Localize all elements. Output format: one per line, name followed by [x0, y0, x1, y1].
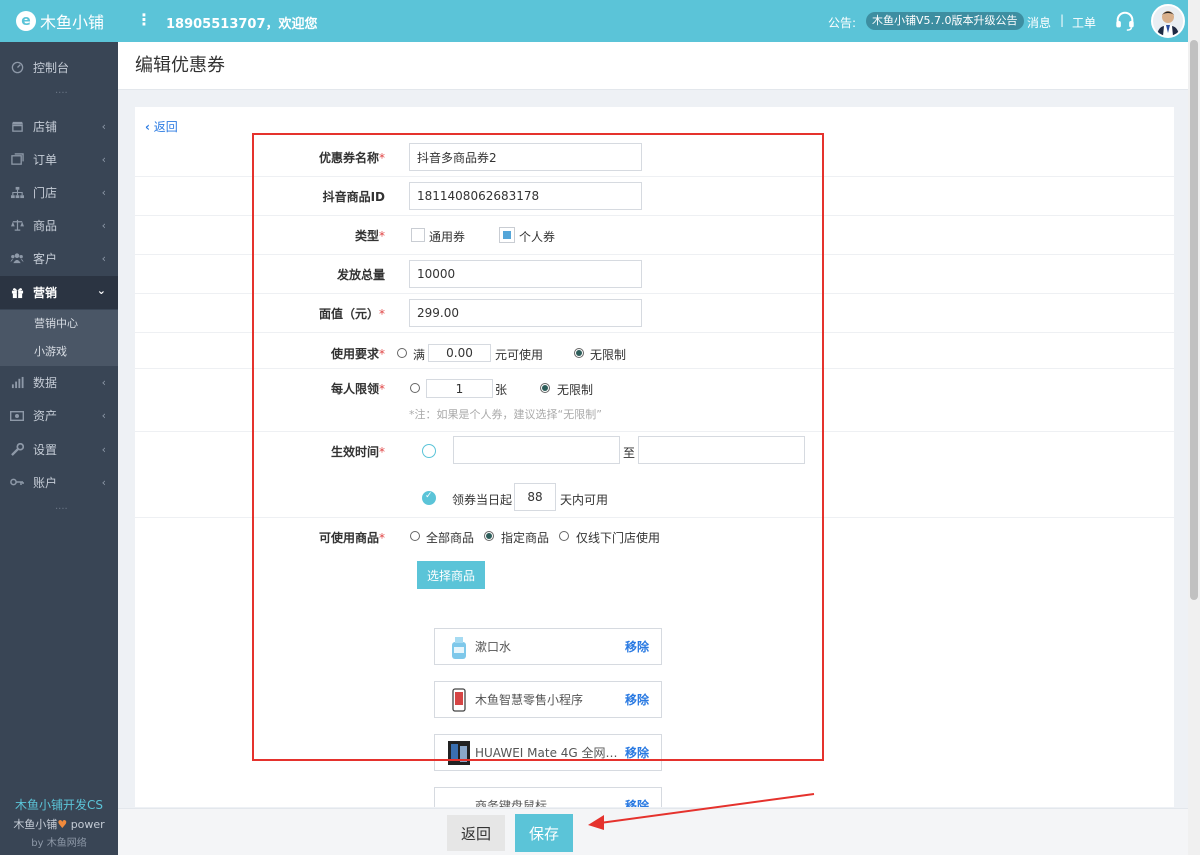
sidebar-item-data[interactable]: 数据 ‹: [0, 366, 118, 399]
user-avatar[interactable]: [1151, 4, 1185, 38]
gift-icon: [10, 286, 24, 300]
welcome-text: 18905513707，欢迎您: [166, 17, 318, 32]
notice-label: 公告:: [828, 16, 857, 30]
sidebar-subitem-mini-games[interactable]: 小游戏: [0, 338, 118, 366]
chevron-left-icon: ‹: [101, 476, 106, 489]
sidebar-divider-dots: ····: [55, 504, 68, 515]
highlight-box: [252, 133, 824, 761]
sidebar-item-marketing[interactable]: 营销 ⌄: [0, 276, 118, 309]
scrollbar-thumb[interactable]: [1190, 40, 1198, 600]
messages-link[interactable]: 消息: [1027, 14, 1051, 31]
logo-icon: e: [16, 11, 36, 31]
page-title: 编辑优惠券: [135, 55, 225, 76]
chevron-left-icon: ‹: [101, 219, 106, 232]
sidebar-item-assets[interactable]: 资产 ‹: [0, 399, 118, 432]
back-button[interactable]: 返回: [447, 815, 505, 851]
money-icon: [10, 409, 24, 423]
sidebar-item-orders[interactable]: 订单 ‹: [0, 143, 118, 176]
sidebar-item-label: 客户: [33, 252, 58, 266]
chevron-left-icon: ‹: [101, 252, 106, 265]
sidebar-footer-power: 木鱼小铺♥ power: [13, 818, 105, 831]
page-scrollbar[interactable]: [1188, 0, 1200, 855]
scale-icon: [10, 219, 24, 233]
tickets-link[interactable]: 工单: [1072, 14, 1096, 31]
sidebar-item-label: 数据: [33, 376, 58, 390]
sidebar-item-label: 账户: [33, 476, 58, 490]
heart-icon: ♥: [57, 818, 68, 831]
sidebar: 控制台 ···· 店铺 ‹ 订单 ‹ 门店 ‹ 商品 ‹ 客户 ‹ 营销 ⌄ 营…: [0, 42, 118, 855]
sidebar-item-label: 控制台: [33, 61, 70, 75]
sidebar-item-label: 订单: [33, 153, 58, 167]
sidebar-item-label: 门店: [33, 186, 58, 200]
sidebar-item-label: 设置: [33, 443, 58, 457]
key-icon: [10, 476, 24, 490]
chevron-left-icon: ‹: [101, 443, 106, 456]
sidebar-item-label: 营销: [33, 286, 58, 300]
chevron-left-icon: ‹: [101, 153, 106, 166]
sidebar-item-label: 资产: [33, 409, 58, 423]
page-header: 编辑优惠券: [118, 42, 1188, 90]
back-link[interactable]: ‹ 返回: [145, 118, 178, 135]
sidebar-footer-by: by 木鱼网络: [31, 838, 87, 849]
notice-link[interactable]: 木鱼小铺V5.7.0版本升级公告: [866, 12, 1024, 30]
sidebar-item-dashboard[interactable]: 控制台: [0, 51, 118, 84]
top-bar: e 木鱼小铺 ⋮ 18905513707，欢迎您 公告: 木鱼小铺V5.7.0版…: [0, 0, 1188, 42]
sidebar-item-branches[interactable]: 门店 ‹: [0, 176, 118, 209]
sidebar-item-products[interactable]: 商品 ‹: [0, 209, 118, 242]
chart-icon: [10, 376, 24, 390]
keyboard-thumbnail: [448, 806, 470, 807]
chevron-left-icon: ‹: [101, 120, 106, 133]
users-icon: [10, 252, 24, 266]
sidebar-divider-dots: ····: [55, 88, 68, 99]
chevron-left-icon: ‹: [101, 409, 106, 422]
sidebar-item-label: 店铺: [33, 120, 58, 134]
sidebar-item-customers[interactable]: 客户 ‹: [0, 242, 118, 275]
save-button[interactable]: 保存: [515, 814, 573, 852]
sidebar-item-store[interactable]: 店铺 ‹: [0, 110, 118, 143]
annotation-arrow: [588, 793, 815, 830]
sidebar-footer-title: 木鱼小铺开发CS: [15, 798, 103, 812]
headset-icon[interactable]: [1114, 10, 1136, 32]
dashboard-icon: [10, 61, 24, 75]
chevron-left-icon: ‹: [145, 120, 150, 134]
topbar-separator: |: [1060, 13, 1065, 27]
logo-text: 木鱼小铺: [40, 13, 105, 32]
wrench-icon: [10, 443, 24, 457]
store-icon: [10, 120, 24, 134]
order-icon: [10, 153, 24, 167]
chevron-left-icon: ‹: [101, 186, 106, 199]
chevron-down-icon: ⌄: [96, 284, 106, 297]
sidebar-item-account[interactable]: 账户 ‹: [0, 466, 118, 499]
sidebar-subitem-marketing-center[interactable]: 营销中心: [0, 310, 118, 338]
chevron-left-icon: ‹: [101, 376, 106, 389]
sidebar-item-label: 商品: [33, 219, 58, 233]
logo[interactable]: e 木鱼小铺: [16, 11, 105, 32]
branch-icon: [10, 186, 24, 200]
sidebar-item-settings[interactable]: 设置 ‹: [0, 433, 118, 466]
sidebar-footer: 木鱼小铺开发CS 木鱼小铺♥ power by 木鱼网络: [0, 796, 118, 849]
menu-toggle-icon[interactable]: ⋮: [136, 12, 152, 28]
